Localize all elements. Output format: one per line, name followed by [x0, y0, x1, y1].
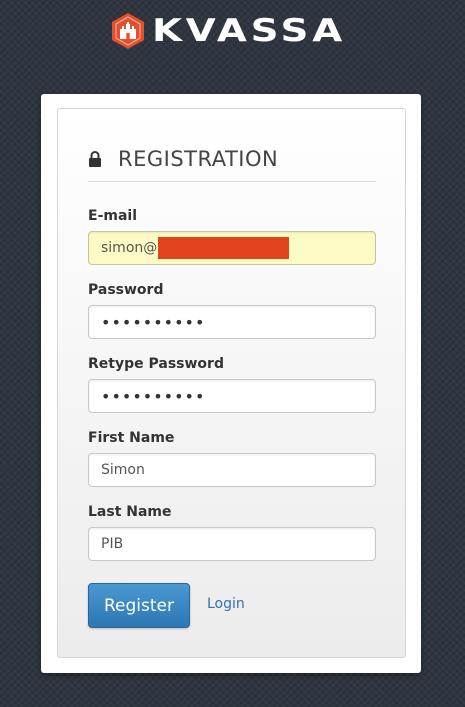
retype-password-field[interactable]: •••••••••• — [88, 379, 376, 413]
email-field[interactable]: simon@ — [88, 231, 376, 265]
register-button[interactable]: Register — [88, 583, 190, 628]
retype-password-value: •••••••••• — [101, 386, 206, 406]
password-value: •••••••••• — [101, 312, 206, 332]
divider — [88, 181, 376, 182]
first-name-value: Simon — [101, 462, 145, 478]
email-label: E-mail — [88, 208, 138, 224]
last-name-value: PIB — [101, 536, 124, 552]
castle-icon — [112, 13, 144, 49]
email-value: simon@ — [101, 240, 158, 256]
login-link[interactable]: Login — [207, 596, 245, 612]
brand-name: KVASSA — [152, 13, 346, 49]
password-label: Password — [88, 282, 164, 298]
lock-icon — [89, 151, 101, 167]
retype-password-label: Retype Password — [88, 356, 224, 372]
brand-logo: KVASSA — [110, 12, 342, 50]
redaction-block — [158, 237, 290, 259]
form-heading: REGISTRATION — [88, 141, 376, 177]
first-name-label: First Name — [88, 430, 175, 446]
last-name-label: Last Name — [88, 504, 172, 520]
registration-card: REGISTRATION E-mail simon@ Password ••••… — [41, 94, 421, 673]
first-name-field[interactable]: Simon — [88, 453, 376, 487]
last-name-field[interactable]: PIB — [88, 527, 376, 561]
password-field[interactable]: •••••••••• — [88, 305, 376, 339]
registration-form: REGISTRATION E-mail simon@ Password ••••… — [57, 108, 406, 658]
page-title: REGISTRATION — [118, 147, 279, 171]
